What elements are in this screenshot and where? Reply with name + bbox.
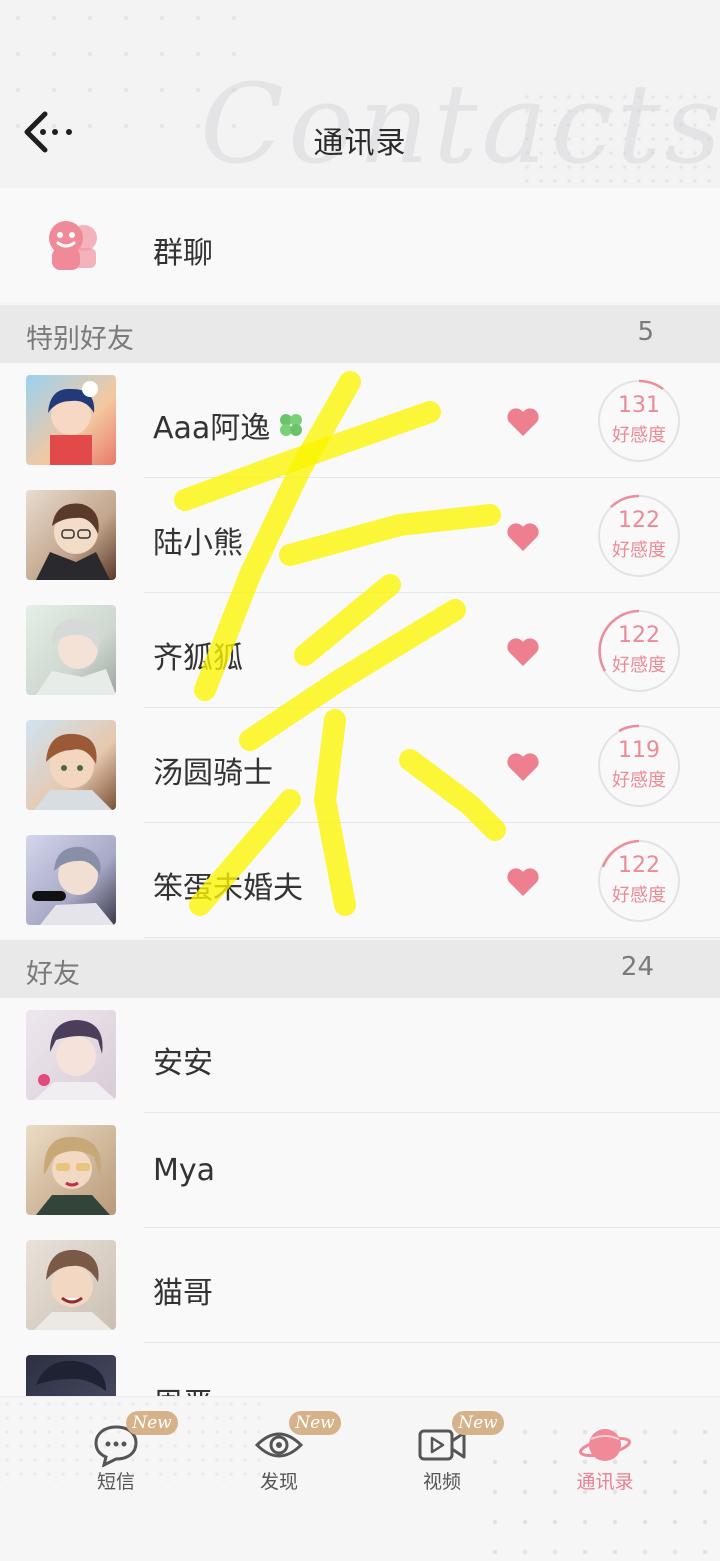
affinity-label: 好感度 bbox=[612, 885, 666, 906]
new-badge: New bbox=[452, 1411, 504, 1435]
header: Contacts 通讯录 bbox=[0, 0, 720, 188]
nav-discover[interactable]: New 发现 bbox=[219, 1411, 341, 1501]
contact-row[interactable]: 笨蛋未婚夫 122 好感度 bbox=[0, 823, 720, 938]
contact-name: 安安 bbox=[153, 1046, 213, 1081]
nav-video[interactable]: New 视频 bbox=[382, 1411, 504, 1501]
contact-name: 笨蛋未婚夫 bbox=[153, 871, 303, 906]
contact-row[interactable]: 安安 bbox=[0, 998, 720, 1113]
affinity-label: 好感度 bbox=[612, 655, 666, 676]
nav-messages[interactable]: New 短信 bbox=[56, 1411, 178, 1501]
new-badge: New bbox=[289, 1411, 341, 1435]
nav-label: 短信 bbox=[96, 1471, 135, 1493]
new-badge: New bbox=[126, 1411, 178, 1435]
contact-name: 陆小熊 bbox=[153, 526, 243, 561]
heart-icon[interactable] bbox=[506, 522, 540, 552]
avatar bbox=[26, 720, 116, 810]
contact-row[interactable]: 陆小熊 122 好感度 bbox=[0, 478, 720, 593]
affinity-value: 122 bbox=[618, 508, 660, 533]
contact-name: Mya bbox=[153, 1153, 216, 1188]
contact-row[interactable]: 周严 bbox=[0, 1343, 720, 1396]
contact-row[interactable]: Aaa阿逸 131 好感度 bbox=[0, 363, 720, 478]
group-chat-label: 群聊 bbox=[153, 236, 213, 271]
nav-contacts[interactable]: 通讯录 bbox=[545, 1411, 665, 1501]
affinity-value: 119 bbox=[618, 738, 660, 763]
contact-row[interactable]: Mya bbox=[0, 1113, 720, 1228]
contact-name-row: Aaa阿逸 bbox=[153, 403, 306, 447]
section-count: 5 bbox=[637, 317, 654, 347]
affinity-label: 好感度 bbox=[612, 770, 666, 791]
page-title: 通讯录 bbox=[313, 126, 407, 161]
avatar bbox=[26, 490, 116, 580]
avatar bbox=[26, 1125, 116, 1215]
avatar bbox=[26, 1355, 116, 1396]
avatar bbox=[26, 1240, 116, 1330]
affinity-value: 122 bbox=[618, 623, 660, 648]
avatar bbox=[26, 605, 116, 695]
contact-row[interactable]: 汤圆骑士 119 好感度 bbox=[0, 708, 720, 823]
group-chat-icon bbox=[49, 221, 97, 270]
affinity-gauge: 122 好感度 bbox=[597, 494, 681, 578]
contact-row[interactable]: 齐狐狐 122 好感度 bbox=[0, 593, 720, 708]
affinity-gauge: 122 好感度 bbox=[597, 839, 681, 923]
section-label: 特别好友 bbox=[26, 324, 134, 355]
contact-name: 猫哥 bbox=[153, 1276, 213, 1311]
section-count: 24 bbox=[620, 952, 654, 982]
special-friends-header: 特别好友 5 bbox=[0, 305, 720, 363]
contact-name: Aaa阿逸 bbox=[153, 411, 271, 446]
affinity-gauge: 119 好感度 bbox=[597, 724, 681, 808]
heart-icon[interactable] bbox=[506, 752, 540, 782]
contact-name: 齐狐狐 bbox=[153, 641, 243, 676]
section-label: 好友 bbox=[26, 959, 80, 990]
affinity-label: 好感度 bbox=[612, 540, 666, 561]
affinity-gauge: 131 好感度 bbox=[597, 379, 681, 463]
avatar bbox=[26, 1010, 116, 1100]
contact-row[interactable]: 猫哥 bbox=[0, 1228, 720, 1343]
heart-icon[interactable] bbox=[506, 637, 540, 667]
contact-name: 汤圆骑士 bbox=[153, 756, 273, 791]
planet-icon bbox=[579, 1429, 631, 1461]
avatar bbox=[26, 375, 116, 465]
group-chat-row[interactable]: 群聊 bbox=[0, 188, 720, 302]
affinity-value: 122 bbox=[618, 853, 660, 878]
clover-icon bbox=[280, 414, 303, 436]
divider bbox=[144, 937, 720, 938]
affinity-label: 好感度 bbox=[612, 425, 666, 446]
nav-label: 视频 bbox=[422, 1471, 461, 1493]
friends-header: 好友 24 bbox=[0, 940, 720, 998]
bottom-nav: New 短信 New 发现 New 视频 通讯录 bbox=[0, 1396, 720, 1561]
affinity-gauge: 122 好感度 bbox=[597, 609, 681, 693]
avatar bbox=[26, 835, 116, 925]
nav-label: 发现 bbox=[259, 1471, 298, 1493]
contact-name: 周严 bbox=[153, 1379, 213, 1396]
heart-icon[interactable] bbox=[506, 867, 540, 897]
heart-icon[interactable] bbox=[506, 407, 540, 437]
nav-label: 通讯录 bbox=[576, 1471, 634, 1493]
affinity-value: 131 bbox=[618, 393, 660, 418]
